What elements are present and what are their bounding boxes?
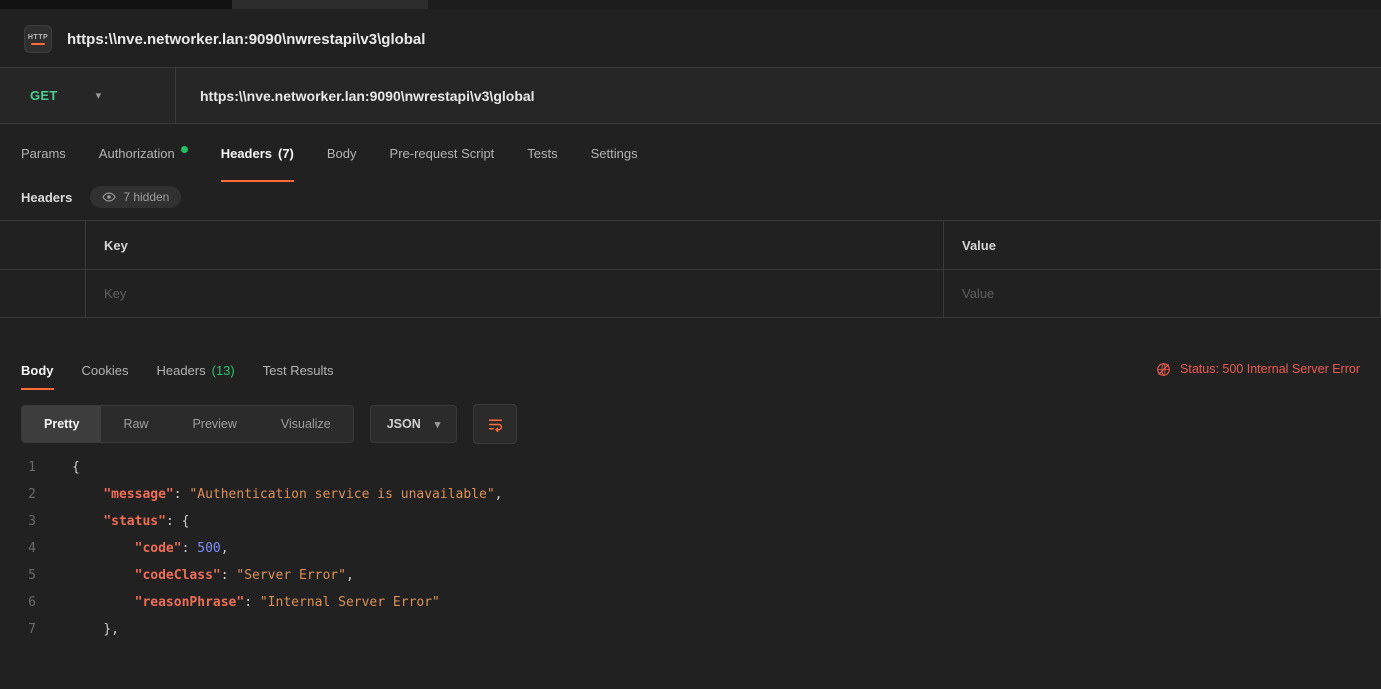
tab-settings-label: Settings [591,146,638,161]
key-input[interactable]: Key [85,270,943,317]
code-line: 5 "codeClass": "Server Error", [0,562,1381,589]
tab-test-results[interactable]: Test Results [263,350,334,390]
column-header-value: Value [943,221,1380,269]
request-tabs: Params Authorization Headers (7) Body Pr… [0,124,1381,182]
tab-params-label: Params [21,146,66,161]
hidden-headers-label: 7 hidden [123,190,169,204]
format-selector-label: JSON [387,417,421,431]
tab-response-cookies-label: Cookies [82,363,129,378]
response-view-switcher: Pretty Raw Preview Visualize [21,405,354,443]
code-line-content: "status": { [48,514,189,529]
table-row: Key Value [0,269,1380,317]
authorization-status-dot [181,146,188,153]
line-number: 2 [0,487,48,502]
code-line-content: }, [48,622,119,637]
line-number: 5 [0,568,48,583]
tab-response-cookies[interactable]: Cookies [82,350,129,390]
tab-body-label: Body [327,146,357,161]
view-pretty-button[interactable]: Pretty [22,406,101,442]
tab-headers-count: (7) [278,146,294,161]
pane-splitter[interactable] [0,318,1381,350]
hidden-headers-toggle[interactable]: 7 hidden [90,186,181,208]
code-line: 7 }, [0,616,1381,643]
method-selector[interactable]: GET ▾ [0,68,176,123]
code-line: 2 "message": "Authentication service is … [0,481,1381,508]
line-number: 4 [0,541,48,556]
code-line: 6 "reasonPhrase": "Internal Server Error… [0,589,1381,616]
tab-response-body-label: Body [21,363,54,378]
format-selector[interactable]: JSON ▾ [370,405,458,443]
code-line: 4 "code": 500, [0,535,1381,562]
headers-table-header-row: Key Value [0,221,1380,269]
tab-tests-label: Tests [527,146,557,161]
view-preview-button[interactable]: Preview [170,406,258,442]
tab-authorization-label: Authorization [99,146,175,161]
tab-response-headers[interactable]: Headers (13) [156,350,234,390]
line-number: 1 [0,460,48,475]
headers-section-header: Headers 7 hidden [0,182,1381,220]
line-number: 3 [0,514,48,529]
tab-response-headers-label: Headers [156,363,205,378]
tab-pre-request-script-label: Pre-request Script [390,146,495,161]
response-body-code[interactable]: 1{2 "message": "Authentication service i… [0,454,1381,643]
wrap-text-icon [487,416,504,433]
tab-settings[interactable]: Settings [591,124,638,182]
code-line: 3 "status": { [0,508,1381,535]
eye-icon [102,190,116,204]
http-method-icon-label: HTTP [28,34,48,41]
request-tab[interactable] [232,0,428,9]
line-number: 6 [0,595,48,610]
response-status[interactable]: Status: 500 Internal Server Error [1156,350,1360,390]
selection-column-header [0,221,85,269]
ssl-warning-icon [1156,362,1171,377]
wrap-text-button[interactable] [473,404,517,444]
postman-window: HTTP https:\\nve.networker.lan:9090\nwre… [0,0,1381,689]
code-line-content: { [48,460,80,475]
row-handle-cell [0,270,85,317]
headers-section-title: Headers [21,190,72,205]
response-toolbar: Pretty Raw Preview Visualize JSON ▾ [21,404,1360,444]
value-input[interactable]: Value [943,270,1380,317]
code-line-content: "message": "Authentication service is un… [48,487,503,502]
chevron-down-icon: ▾ [96,89,102,102]
app-tab-strip [0,0,1381,9]
code-line-content: "reasonPhrase": "Internal Server Error" [48,595,440,610]
code-line-content: "codeClass": "Server Error", [48,568,354,583]
tab-tests[interactable]: Tests [527,124,557,182]
view-raw-button[interactable]: Raw [101,406,170,442]
code-lines: 1{2 "message": "Authentication service i… [0,454,1381,643]
column-header-key: Key [85,221,943,269]
tab-response-headers-count: (13) [212,363,235,378]
sidebar-edge [0,0,232,9]
request-title-url: https:\\nve.networker.lan:9090\nwrestapi… [67,31,425,48]
http-method-icon: HTTP [24,25,52,53]
chevron-down-icon: ▾ [435,418,441,431]
status-badge: Status: 500 Internal Server Error [1180,362,1360,376]
request-title-row: HTTP https:\\nve.networker.lan:9090\nwre… [0,9,1381,67]
tab-authorization[interactable]: Authorization [99,124,188,182]
tab-params[interactable]: Params [21,124,66,182]
code-line: 1{ [0,454,1381,481]
tab-headers[interactable]: Headers (7) [221,124,294,182]
tab-body[interactable]: Body [327,124,357,182]
tab-test-results-label: Test Results [263,363,334,378]
view-visualize-button[interactable]: Visualize [259,406,353,442]
code-line-content: "code": 500, [48,541,229,556]
tab-pre-request-script[interactable]: Pre-request Script [390,124,495,182]
request-builder-bar: GET ▾ https:\\nve.networker.lan:9090\nwr… [0,67,1381,124]
headers-table: Key Value Key Value [0,220,1381,318]
method-label: GET [30,88,58,103]
tab-response-body[interactable]: Body [21,350,54,390]
http-method-icon-accent [31,43,45,45]
url-input[interactable]: https:\\nve.networker.lan:9090\nwrestapi… [176,68,1381,123]
line-number: 7 [0,622,48,637]
response-tabs: Body Cookies Headers (13) Test Results S… [0,350,1381,390]
tab-headers-label: Headers [221,146,272,161]
